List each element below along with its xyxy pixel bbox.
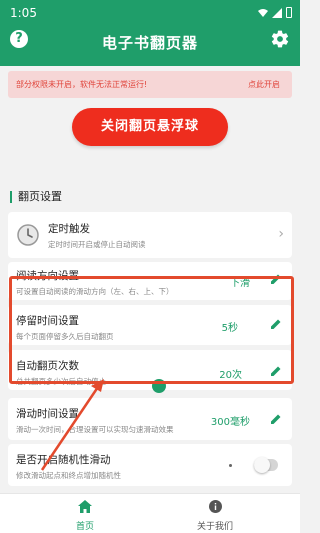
info-icon	[208, 500, 222, 513]
home-icon	[78, 500, 92, 513]
setting-title: 停留时间设置	[16, 315, 79, 327]
clock-icon	[17, 224, 39, 246]
float-ball-badge[interactable]	[152, 379, 166, 393]
setting-desc: 可设置自动阅读的滑动方向（左、右、上、下）	[16, 287, 174, 296]
indicator-dot	[229, 464, 232, 467]
status-icons	[258, 7, 292, 18]
setting-desc: 定时时间开启或停止自动阅读	[48, 240, 146, 249]
setting-title: 阅读方向设置	[16, 270, 79, 282]
setting-reading-direction[interactable]: 阅读方向设置 可设置自动阅读的滑动方向（左、右、上、下） 下滑	[8, 262, 292, 300]
edit-icon[interactable]	[270, 318, 282, 330]
wifi-icon	[258, 8, 268, 17]
setting-desc: 每个页面停留多久后自动翻页	[16, 332, 114, 341]
setting-value: 5秒	[221, 323, 238, 334]
setting-desc: 修改滑动起点和终点增加随机性	[16, 471, 121, 480]
setting-auto-flip-count[interactable]: 自动翻页次数 总共翻页多少次后自动停止 20次	[8, 350, 292, 390]
permission-warning-banner[interactable]: 部分权限未开启，软件无法正常运行! 点此开启	[8, 71, 292, 98]
edit-icon[interactable]	[270, 365, 282, 377]
setting-timed-trigger[interactable]: 定时触发 定时时间开启或停止自动阅读 ›	[8, 212, 292, 258]
setting-swipe-duration[interactable]: 滑动时间设置 滑动一次时间，合理设置可以实现匀速滑动效果 300毫秒	[8, 398, 292, 440]
setting-title: 定时触发	[48, 223, 90, 235]
close-float-ball-button[interactable]: 关闭翻页悬浮球	[72, 108, 228, 146]
setting-value: 300毫秒	[210, 417, 250, 428]
setting-title: 是否开启随机性滑动	[16, 454, 111, 466]
warning-text: 部分权限未开启，软件无法正常运行!	[16, 80, 148, 89]
setting-desc: 滑动一次时间，合理设置可以实现匀速滑动效果	[16, 425, 174, 434]
nav-label: 首页	[75, 522, 94, 532]
enable-permission-link[interactable]: 点此开启	[248, 79, 280, 90]
setting-title: 自动翻页次数	[16, 360, 79, 372]
random-swipe-toggle[interactable]	[254, 457, 278, 473]
setting-random-swipe[interactable]: 是否开启随机性滑动 修改滑动起点和终点增加随机性	[8, 444, 292, 486]
setting-dwell-time[interactable]: 停留时间设置 每个页面停留多久后自动翻页 5秒	[8, 305, 292, 345]
nav-home[interactable]: 首页	[45, 498, 125, 532]
app-bar: 1:05 ? 电子书翻页器	[0, 0, 300, 66]
chevron-right-icon: ›	[278, 226, 284, 242]
setting-desc: 总共翻页多少次后自动停止	[16, 377, 106, 386]
app-title: 电子书翻页器	[101, 34, 198, 52]
gear-icon[interactable]	[270, 29, 290, 49]
bottom-nav: 首页 关于我们	[0, 493, 300, 533]
nav-about[interactable]: 关于我们	[175, 498, 255, 532]
setting-value: 20次	[219, 370, 242, 381]
signal-icon	[272, 7, 282, 18]
status-time: 1:05	[10, 6, 37, 20]
toggle-knob	[254, 457, 270, 473]
edit-icon[interactable]	[270, 413, 282, 425]
section-title: 翻页设置	[10, 191, 62, 203]
battery-icon	[286, 7, 292, 18]
edit-icon[interactable]	[270, 273, 282, 285]
setting-value: 下滑	[230, 278, 250, 289]
setting-title: 滑动时间设置	[16, 408, 79, 420]
nav-label: 关于我们	[196, 522, 233, 532]
